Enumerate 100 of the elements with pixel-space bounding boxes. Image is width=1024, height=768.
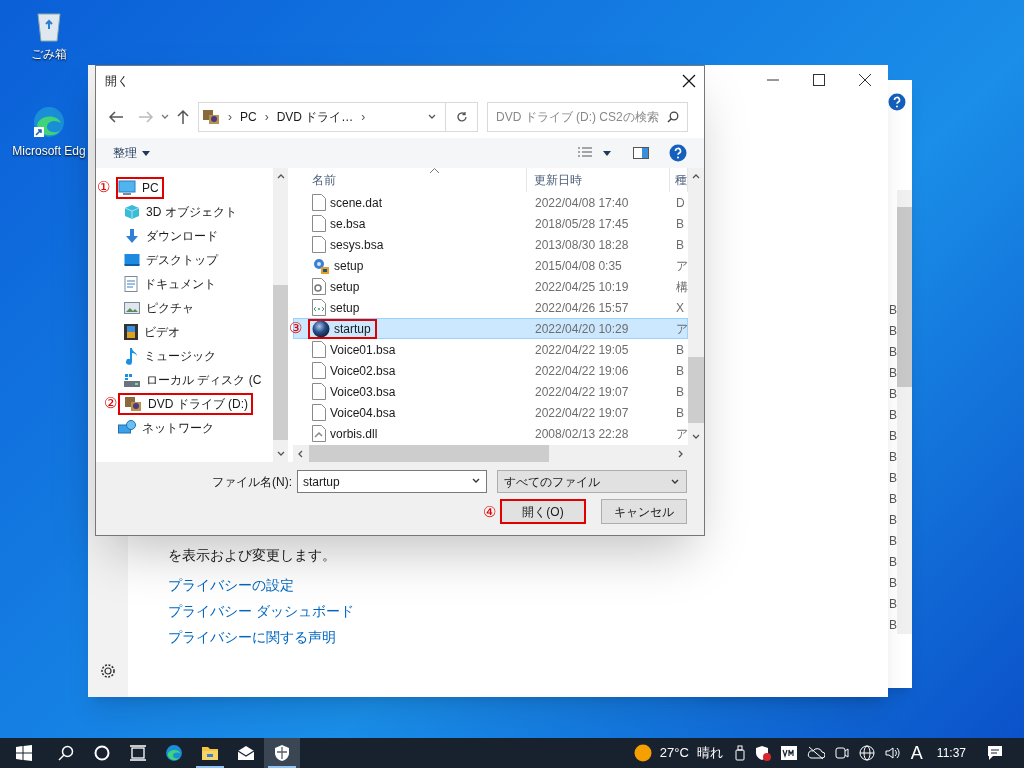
filename-field[interactable]: startup (297, 470, 487, 493)
type-cell-text: ア (675, 425, 689, 443)
camera-icon[interactable] (834, 745, 849, 761)
type-cell-text: D (675, 194, 686, 212)
back-arrow-icon[interactable] (108, 110, 124, 124)
shield-icon[interactable] (754, 745, 771, 761)
help-icon[interactable] (669, 144, 687, 162)
scrollbar-thumb[interactable] (897, 207, 912, 387)
scrollbar-thumb[interactable] (273, 285, 288, 440)
settings-icon[interactable] (100, 663, 116, 679)
scrollbar-thumb[interactable] (309, 445, 549, 462)
file-row[interactable]: vorbis.dll 2008/02/13 22:28 ア (293, 423, 688, 444)
help-icon[interactable] (888, 93, 906, 111)
nav-item[interactable]: ミュージック (118, 345, 221, 367)
ime-indicator[interactable]: A (910, 739, 923, 767)
up-arrow-icon[interactable] (176, 109, 190, 125)
privacy-link[interactable]: プライバシー ダッシュボード (168, 601, 354, 621)
clock[interactable]: 11:37 (936, 744, 966, 762)
size-cell-text: B (889, 386, 897, 403)
taskbar-app[interactable] (264, 738, 300, 768)
file-row[interactable]: scene.dat 2022/04/08 17:40 D (293, 192, 688, 213)
nav-item[interactable]: ネットワーク (116, 417, 219, 439)
file-name-cell: Voice04.bsa (308, 402, 402, 423)
weather-text[interactable]: 晴れ (696, 743, 723, 763)
sun-icon[interactable] (633, 744, 652, 762)
vm-icon[interactable] (780, 746, 797, 760)
mail-icon[interactable] (237, 745, 255, 761)
close-icon[interactable] (682, 74, 696, 88)
picture-icon (124, 301, 140, 315)
type-cell-text: B (675, 236, 685, 254)
scrollbar[interactable] (897, 190, 912, 634)
scrollbar[interactable] (688, 168, 704, 445)
preview-pane-icon[interactable] (633, 147, 649, 159)
windows-logo-icon[interactable] (16, 745, 32, 761)
file-row[interactable]: Voice03.bsa 2022/04/22 19:07 B (293, 381, 688, 402)
caret-icon[interactable] (603, 150, 611, 156)
file-name-cell: vorbis.dll (308, 423, 384, 444)
size-cell-text: B (889, 302, 897, 319)
horizontal-scrollbar[interactable] (293, 445, 704, 462)
date-cell-text: 2022/04/20 10:29 (534, 320, 630, 338)
refresh-icon[interactable] (455, 111, 468, 123)
file-row[interactable]: sesys.bsa 2013/08/30 18:28 B (293, 234, 688, 255)
file-row[interactable]: Voice01.bsa 2022/04/22 19:05 B (293, 339, 688, 360)
speaker-icon[interactable] (884, 745, 901, 761)
file-name-cell: setup (308, 297, 366, 318)
desktop-icon-label[interactable]: ごみ箱 (31, 45, 67, 63)
nav-item[interactable]: ビデオ (118, 321, 185, 343)
column-header[interactable]: 名前 (293, 168, 527, 192)
nav-item[interactable]: DVD ドライブ (D:) (118, 393, 253, 415)
search-icon[interactable] (58, 745, 74, 761)
file-row[interactable]: se.bsa 2018/05/28 17:45 B (293, 213, 688, 234)
organize-menu-button[interactable]: 整理 (113, 144, 150, 162)
file-row[interactable]: setup 2022/04/25 10:19 構 (293, 276, 688, 297)
size-cell-text: B (889, 575, 897, 592)
privacy-link[interactable]: プライバシーの設定 (168, 575, 354, 595)
search-field[interactable]: DVD ドライブ (D:) CS2の検索 (487, 102, 688, 132)
callout-number: ④ (483, 504, 496, 519)
xml-file-icon (312, 299, 326, 316)
file-row[interactable]: setup 2022/04/26 15:57 X (293, 297, 688, 318)
close-icon[interactable] (858, 73, 872, 87)
file-icon (312, 362, 326, 379)
nav-item[interactable]: ドキュメント (118, 273, 221, 295)
cancel-button[interactable]: キャンセル (601, 499, 687, 524)
cloud-icon[interactable] (806, 746, 825, 760)
notification-icon[interactable] (987, 745, 1003, 761)
shield-icon[interactable] (274, 744, 290, 762)
desktop-icon-label[interactable]: Microsoft Edg (12, 142, 86, 160)
file-type-dropdown[interactable]: すべてのファイル (497, 470, 687, 493)
file-row[interactable]: Voice02.bsa 2022/04/22 19:06 B (293, 360, 688, 381)
date-cell-text: 2022/04/22 19:07 (534, 404, 630, 422)
nav-item[interactable]: 3D オブジェクト (118, 201, 242, 223)
globe-icon[interactable] (858, 745, 875, 761)
maximize-icon[interactable] (812, 73, 826, 87)
temperature-text[interactable]: 27°C (659, 743, 689, 763)
usb-drive-icon[interactable] (734, 745, 745, 761)
type-cell-text: X (675, 299, 685, 317)
nav-item[interactable]: ピクチャ (118, 297, 199, 319)
file-row[interactable]: setup 2015/04/08 0:35 ア (293, 255, 688, 276)
date-cell-text: 2022/04/08 17:40 (534, 194, 630, 212)
breadcrumb[interactable]: DVD ドライ… (276, 108, 354, 126)
privacy-link[interactable]: プライバシーに関する声明 (168, 627, 354, 647)
nav-item[interactable]: デスクトップ (118, 249, 223, 271)
breadcrumb[interactable]: PC (240, 108, 257, 126)
file-icon (312, 236, 326, 253)
nav-item[interactable]: ダウンロード (118, 225, 223, 247)
task-view-icon[interactable] (129, 745, 147, 761)
address-bar[interactable]: › PC › DVD ドライ… › (198, 102, 478, 132)
open-button[interactable]: 開く(O) (500, 499, 586, 524)
nav-item[interactable]: PC (116, 177, 164, 199)
scrollbar-thumb[interactable] (688, 357, 704, 423)
file-row[interactable]: Voice04.bsa 2022/04/22 19:07 B (293, 402, 688, 423)
edge-icon[interactable] (165, 744, 183, 762)
folder-icon[interactable] (201, 745, 219, 761)
file-name-cell: sesys.bsa (308, 234, 390, 255)
nav-item[interactable]: ローカル ディスク (C (118, 369, 267, 391)
scrollbar[interactable] (273, 168, 288, 462)
circle-icon[interactable] (94, 745, 110, 761)
date-cell-text: 2022/04/26 15:57 (534, 299, 630, 317)
column-header[interactable]: 更新日時 (527, 168, 670, 192)
caret-icon (142, 150, 150, 156)
